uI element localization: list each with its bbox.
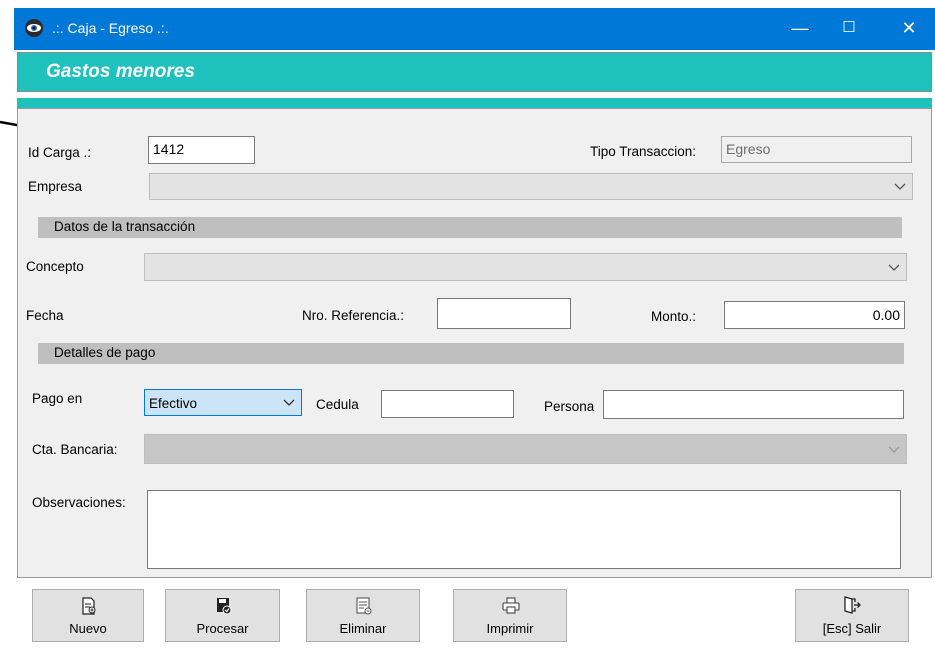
concepto-select[interactable] <box>144 253 907 281</box>
section-transaction: Datos de la transacción <box>38 217 902 238</box>
nuevo-button[interactable]: Nuevo <box>32 589 144 642</box>
eliminar-label: Eliminar <box>339 621 387 636</box>
observaciones-label: Observaciones: <box>32 495 126 510</box>
pago-value: Efectivo <box>149 396 198 411</box>
pago-label: Pago en <box>32 391 83 406</box>
observaciones-textarea[interactable] <box>147 490 901 569</box>
new-document-icon <box>82 597 96 615</box>
cta-bancaria-select <box>144 434 907 464</box>
minimize-button[interactable]: — <box>777 8 823 50</box>
empresa-label: Empresa <box>28 179 83 194</box>
salir-button[interactable]: [Esc] Salir <box>795 589 909 642</box>
id-carga-input[interactable]: 1412 <box>148 136 255 164</box>
concepto-label: Concepto <box>26 259 84 274</box>
referencia-label: Nro. Referencia.: <box>302 308 405 323</box>
section-transaction-title: Datos de la transacción <box>54 219 196 234</box>
salir-label: [Esc] Salir <box>822 621 882 636</box>
section-payment: Detalles de pago <box>38 343 904 364</box>
exit-door-icon <box>844 596 861 614</box>
cta-bancaria-label: Cta. Bancaria: <box>32 442 118 457</box>
header-band: Gastos menores <box>17 52 932 92</box>
fecha-label: Fecha <box>26 308 64 323</box>
eye-icon <box>25 19 43 37</box>
header-strip <box>17 98 932 108</box>
cedula-label: Cedula <box>316 397 359 412</box>
chevron-down-icon <box>283 399 295 406</box>
section-payment-title: Detalles de pago <box>54 345 156 360</box>
printer-icon <box>502 597 520 614</box>
tipo-transaccion-field: Egreso <box>721 136 912 163</box>
tipo-transaccion-label: Tipo Transaccion: <box>590 144 697 159</box>
eliminar-button[interactable]: Eliminar <box>306 589 420 642</box>
close-button[interactable]: ✕ <box>886 8 932 50</box>
delete-document-icon <box>356 597 372 615</box>
imprimir-label: Imprimir <box>486 621 534 636</box>
page-title: Gastos menores <box>46 61 195 82</box>
nuevo-label: Nuevo <box>69 621 107 636</box>
maximize-button[interactable]: ☐ <box>826 8 872 50</box>
id-carga-label: Id Carga .: <box>28 145 92 160</box>
procesar-button[interactable]: Procesar <box>165 589 280 642</box>
cedula-input[interactable] <box>381 390 514 418</box>
chevron-down-icon <box>888 264 900 271</box>
persona-input[interactable] <box>603 390 904 419</box>
imprimir-button[interactable]: Imprimir <box>453 589 567 642</box>
referencia-input[interactable] <box>437 298 571 329</box>
chevron-down-icon <box>888 446 900 453</box>
monto-label: Monto.: <box>651 309 697 324</box>
save-check-icon <box>217 598 232 615</box>
pago-select[interactable]: Efectivo <box>144 389 302 416</box>
monto-input[interactable]: 0.00 <box>724 301 905 329</box>
persona-label: Persona <box>544 399 595 414</box>
form-panel: Id Carga .: 1412 Tipo Transaccion: Egres… <box>17 108 932 578</box>
chevron-down-icon <box>894 183 906 190</box>
window-title: .:. Caja - Egreso .:. <box>52 20 169 36</box>
empresa-select[interactable] <box>149 173 913 200</box>
procesar-label: Procesar <box>196 621 249 636</box>
title-bar[interactable]: .:. Caja - Egreso .:. — ☐ ✕ <box>14 8 935 50</box>
